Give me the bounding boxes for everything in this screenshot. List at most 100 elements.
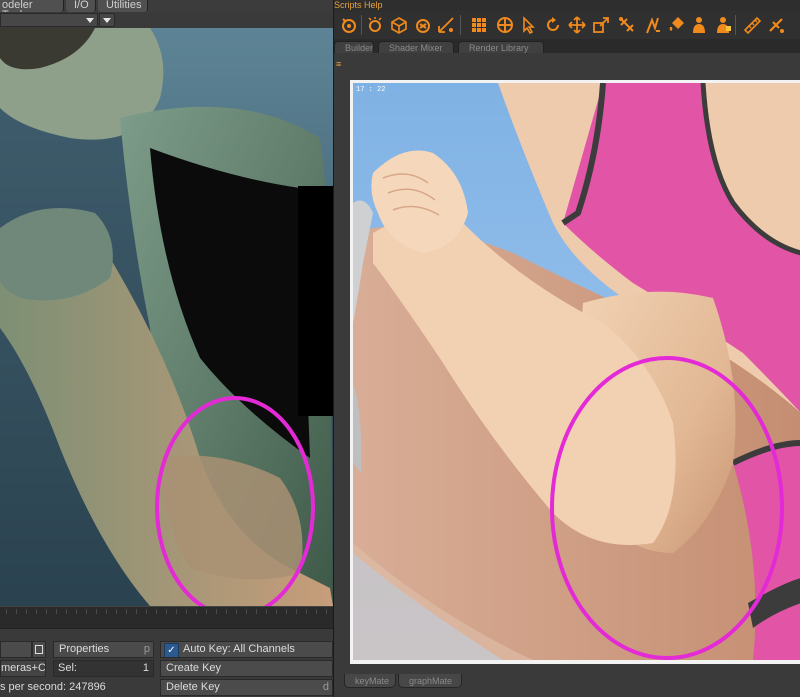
properties-hotkey: p — [143, 643, 150, 655]
bottom-tab-bar: keyMate graphMate — [334, 664, 800, 697]
ruler-tick — [296, 609, 297, 614]
ruler-tick — [106, 609, 107, 614]
auto-key-button[interactable]: ✓ Auto Key: All Channels — [160, 641, 333, 658]
tab-keymate[interactable]: keyMate — [344, 674, 396, 688]
translate-icon[interactable] — [568, 16, 586, 34]
ruler-tick — [246, 609, 247, 614]
magic-wand-icon[interactable] — [644, 16, 662, 34]
ruler-tick — [26, 609, 27, 614]
ruler-tick — [186, 609, 187, 614]
bone-tool-icon[interactable] — [618, 16, 636, 34]
modeler-window: odeler Tools I/O Utilities — [0, 0, 333, 697]
properties-button[interactable]: Properties p — [53, 641, 154, 658]
pose-icon[interactable] — [714, 16, 732, 34]
tab-label: Shader Mixer — [389, 43, 443, 53]
viewport-header: ≡ — [334, 53, 800, 80]
toolbar-separator — [361, 15, 362, 35]
ruler-tick — [326, 609, 327, 614]
modeler-toolbar — [0, 12, 333, 28]
ruler-icon[interactable] — [743, 16, 761, 34]
layer-dropdown[interactable] — [0, 13, 98, 27]
figure-render-preview — [353, 83, 800, 660]
new-scene-icon[interactable] — [366, 16, 384, 34]
tab-graphmate[interactable]: graphMate — [398, 674, 462, 688]
bucket-icon[interactable] — [668, 16, 686, 34]
cameras-field[interactable]: meras+C — [0, 660, 46, 677]
tab-builder[interactable]: Builder — [334, 41, 374, 53]
ruler-icon[interactable] — [767, 16, 785, 34]
tab-modeler-tools[interactable]: odeler Tools — [0, 0, 64, 21]
properties-label: Properties — [59, 643, 110, 655]
create-key-button[interactable]: Create Key — [160, 660, 333, 677]
chevron-down-icon — [86, 18, 94, 23]
daz-window: Scripts Help Builder Shader Mixer Render… — [333, 0, 800, 697]
ruler-tick — [256, 609, 257, 614]
ruler-tick — [136, 609, 137, 614]
auto-key-label: Auto Key: All Channels — [183, 643, 295, 655]
ruler-tick — [116, 609, 117, 614]
ruler-tick — [46, 609, 47, 614]
tab-label: keyMate — [355, 676, 390, 686]
ruler-tick — [66, 609, 67, 614]
menu-scripts[interactable]: Scripts — [334, 0, 362, 11]
pointer-icon[interactable] — [520, 16, 538, 34]
object-field[interactable] — [0, 641, 32, 658]
chevron-down-icon — [103, 18, 111, 23]
cube-icon[interactable] — [390, 16, 408, 34]
render-icon[interactable] — [340, 16, 358, 34]
ruler-tick — [36, 609, 37, 614]
layer-dropdown-toggle[interactable] — [99, 13, 115, 27]
tab-render-library[interactable]: Render Library — [458, 41, 544, 53]
selection-field: Sel: 1 — [53, 660, 154, 677]
viewport-timestamp: 17 : 22 — [356, 86, 386, 94]
tab-label: I/O — [74, 0, 89, 11]
checkbox-checked-icon: ✓ — [164, 643, 179, 657]
joint-icon[interactable] — [437, 16, 455, 34]
tab-label: graphMate — [409, 676, 453, 686]
panel-tab-bar: Builder Shader Mixer Render Library — [334, 39, 800, 53]
menu-bar: Scripts Help — [334, 0, 800, 11]
ruler-tick — [196, 609, 197, 614]
figure-icon[interactable] — [690, 16, 708, 34]
sel-label: Sel: — [58, 662, 77, 674]
ruler-tick — [276, 609, 277, 614]
ruler-tick — [206, 609, 207, 614]
figure-shaded-preview — [0, 28, 333, 606]
menu-help[interactable]: Help — [364, 0, 383, 11]
create-key-label: Create Key — [166, 662, 222, 674]
tab-io[interactable]: I/O — [66, 0, 96, 12]
rotate-icon[interactable] — [544, 16, 562, 34]
modeler-viewport[interactable] — [0, 28, 333, 606]
frames-per-second-readout: s per second: 247896 — [0, 680, 155, 695]
tab-shader-mixer[interactable]: Shader Mixer — [378, 41, 454, 53]
tab-utilities[interactable]: Utilities — [98, 0, 148, 12]
main-toolbar — [334, 11, 800, 40]
ruler-tick — [126, 609, 127, 614]
object-toggle[interactable] — [32, 641, 46, 658]
delete-key-label: Delete Key — [166, 681, 220, 693]
delete-key-button[interactable]: Delete Key d — [160, 679, 333, 696]
ruler-tick — [226, 609, 227, 614]
ruler-tick — [6, 609, 7, 614]
tab-label: Builder — [345, 43, 374, 53]
fps-label: s per second: 247896 — [0, 681, 106, 693]
render-viewport[interactable] — [353, 83, 800, 660]
ruler-tick — [16, 609, 17, 614]
toolbar-separator — [735, 15, 736, 35]
square-icon — [35, 645, 43, 654]
universal-tool-icon[interactable] — [496, 16, 514, 34]
morph-icon[interactable] — [414, 16, 432, 34]
delete-key-hotkey: d — [322, 681, 329, 693]
panel-menu-icon[interactable]: ≡ — [336, 59, 341, 69]
ruler-tick — [286, 609, 287, 614]
modeler-bottom-panel: Properties p ✓ Auto Key: All Channels me… — [0, 628, 333, 697]
toolbar-separator — [460, 15, 461, 35]
timeline-ruler[interactable] — [0, 606, 333, 629]
ruler-tick — [236, 609, 237, 614]
ruler-tick — [146, 609, 147, 614]
tab-label: Utilities — [106, 0, 142, 11]
scale-icon[interactable] — [592, 16, 610, 34]
ruler-tick — [156, 609, 157, 614]
ruler-tick — [266, 609, 267, 614]
grid-icon[interactable] — [470, 16, 488, 34]
